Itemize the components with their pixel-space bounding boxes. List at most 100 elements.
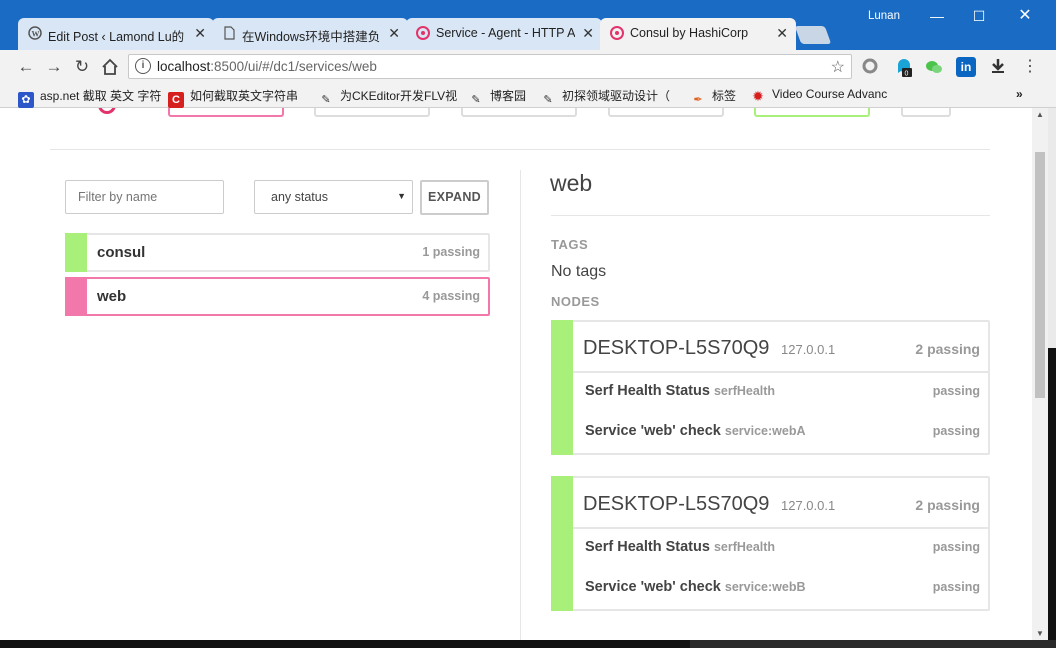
status-bar — [551, 320, 573, 455]
expand-button[interactable]: EXPAND — [420, 180, 489, 215]
service-title: web — [550, 170, 593, 196]
bookmark-item[interactable]: ✎ 为CKEditor开发FLV视 — [318, 87, 457, 108]
node-header[interactable]: DESKTOP-L5S70Q9 127.0.0.1 2 passing — [573, 478, 988, 529]
bookmark-label: 初探领域驱动设计（ — [562, 89, 671, 103]
maximize-icon[interactable]: ☐ — [956, 4, 1002, 28]
document-icon — [222, 26, 236, 40]
close-icon[interactable]: ✕ — [776, 25, 788, 42]
bookmarks-bar: ✿ asp.net 截取 英文 字符 C 如何截取英文字符串 ✎ 为CKEditor开… — [0, 83, 1056, 108]
close-icon[interactable]: ✕ — [388, 25, 400, 42]
filter-by-name-input[interactable] — [65, 180, 224, 214]
url-path: :8500/ui/#/dc1/services/web — [210, 59, 377, 74]
download-icon[interactable] — [988, 57, 1008, 77]
nav-datacenter-button[interactable] — [754, 108, 870, 117]
bookmark-item[interactable]: ✹ Video Course Advanc — [750, 87, 887, 104]
node-card[interactable]: DESKTOP-L5S70Q9 127.0.0.1 2 passing Serf… — [551, 320, 990, 455]
forward-arrow-icon[interactable]: → — [42, 55, 66, 79]
url-host: localhost — [157, 59, 211, 74]
scrollbar-thumb[interactable] — [1035, 152, 1045, 398]
service-item-consul[interactable]: consul 1 passing — [65, 233, 490, 272]
nav-acl-button[interactable] — [608, 108, 724, 117]
bookmark-star-icon[interactable]: ☆ — [831, 57, 845, 77]
nodes-label: NODES — [551, 294, 600, 309]
address-bar[interactable]: i localhost:8500/ui/#/dc1/services/web ☆ — [128, 54, 852, 79]
svg-text:W: W — [32, 30, 40, 39]
bookmark-label: asp.net 截取 英文 字符 — [40, 89, 162, 103]
profile-name[interactable]: Lunan — [868, 10, 900, 22]
close-icon[interactable]: ✕ — [582, 25, 594, 42]
check-label: Service 'web' check — [585, 579, 721, 595]
bookmark-item[interactable]: C 如何截取英文字符串 — [168, 87, 298, 108]
nav-nodes-button[interactable] — [314, 108, 430, 117]
node-name: DESKTOP-L5S70Q9 — [583, 493, 770, 515]
background-window-edge — [1048, 348, 1056, 648]
check-status: passing — [932, 540, 980, 554]
back-arrow-icon[interactable]: ← — [14, 55, 38, 79]
scroll-down-icon[interactable]: ▼ — [1036, 629, 1044, 638]
close-window-icon[interactable]: ✕ — [1002, 4, 1048, 28]
url-text: localhost:8500/ui/#/dc1/services/web — [157, 59, 377, 74]
quill-icon: ✎ — [543, 94, 553, 106]
check-status: passing — [932, 384, 980, 398]
tab-title: Service - Agent - HTTP A — [436, 26, 576, 40]
bookmark-label: 博客园 — [490, 89, 527, 103]
bookmark-item[interactable]: ✒ 标签 — [690, 87, 736, 108]
bookmark-item[interactable]: ✎ 初探领域驱动设计（ — [540, 87, 670, 108]
bookmark-item[interactable]: ✿ asp.net 截取 英文 字符 — [18, 87, 161, 108]
check-label: Serf Health Status — [585, 383, 710, 399]
tab-windows[interactable]: 在Windows环境中搭建负 ✕ — [212, 18, 408, 50]
wechat-extension-icon[interactable] — [924, 57, 944, 77]
dropdown-arrow-icon: ▼ — [397, 191, 406, 201]
title-bar: W Edit Post ‹ Lamond Lu的 ✕ 在Windows环境中搭建… — [0, 0, 1056, 50]
background-window-edge — [0, 108, 8, 640]
check-label: Service 'web' check — [585, 423, 721, 439]
node-header[interactable]: DESKTOP-L5S70Q9 127.0.0.1 2 passing — [573, 322, 988, 373]
page-scrollbar[interactable]: ▲ ▼ — [1032, 108, 1048, 640]
status-select-value: any status — [271, 190, 328, 204]
linkedin-extension-icon[interactable]: in — [956, 57, 976, 77]
browser-toolbar: ← → ↻ i localhost:8500/ui/#/dc1/services… — [0, 50, 1056, 83]
tab-title: 在Windows环境中搭建负 — [242, 30, 381, 44]
check-status: passing — [932, 580, 980, 594]
minimize-icon[interactable]: — — [914, 4, 960, 28]
reload-icon[interactable]: ↻ — [70, 55, 94, 79]
consul-logo — [98, 108, 116, 114]
node-passing-count: 2 passing — [915, 497, 980, 513]
service-passing-count: 4 passing — [422, 289, 480, 303]
quill-icon: ✎ — [471, 94, 481, 106]
status-bar — [65, 233, 87, 272]
consul-ui-page: any status ▼ EXPAND consul 1 passing web… — [8, 108, 1032, 640]
tab-service-agent[interactable]: Service - Agent - HTTP A ✕ — [406, 18, 602, 50]
column-divider — [520, 170, 521, 640]
nav-settings-button[interactable] — [901, 108, 951, 117]
node-card[interactable]: DESKTOP-L5S70Q9 127.0.0.1 2 passing Serf… — [551, 476, 990, 611]
check-name: Serf Health Status serfHealth — [585, 539, 775, 555]
taskbar-edge — [690, 640, 1056, 648]
more-bookmarks-button[interactable]: » — [1016, 87, 1023, 101]
tab-edit-post[interactable]: W Edit Post ‹ Lamond Lu的 ✕ — [18, 18, 214, 50]
service-item-web[interactable]: web 4 passing — [65, 277, 490, 316]
paw-icon: ✿ — [18, 92, 34, 108]
status-bar — [551, 476, 573, 611]
bookmark-item[interactable]: ✎ 博客园 — [468, 87, 526, 108]
service-name: consul — [97, 244, 146, 261]
ghost-extension-icon[interactable]: 0 — [894, 57, 914, 78]
tab-title: Consul by HashiCorp — [630, 26, 749, 40]
home-icon[interactable] — [98, 55, 122, 79]
status-select[interactable]: any status ▼ — [254, 180, 413, 214]
scroll-up-icon[interactable]: ▲ — [1036, 110, 1044, 119]
new-tab-button[interactable] — [794, 26, 832, 44]
check-id: serfHealth — [713, 540, 776, 554]
info-icon[interactable]: i — [135, 58, 151, 74]
wordpress-icon: W — [28, 26, 42, 40]
consul-icon — [610, 26, 624, 40]
nav-services-button[interactable] — [168, 108, 284, 117]
bookmark-label: Video Course Advanc — [772, 87, 888, 101]
close-icon[interactable]: ✕ — [194, 25, 206, 42]
circle-extension-icon[interactable] — [860, 57, 880, 77]
nav-kv-button[interactable] — [461, 108, 577, 117]
tab-consul[interactable]: Consul by HashiCorp ✕ — [600, 18, 796, 50]
menu-kebab-icon[interactable]: ⋮ — [1020, 57, 1040, 77]
check-name: Service 'web' check service:webB — [585, 579, 806, 595]
quill-icon: ✎ — [321, 94, 331, 106]
